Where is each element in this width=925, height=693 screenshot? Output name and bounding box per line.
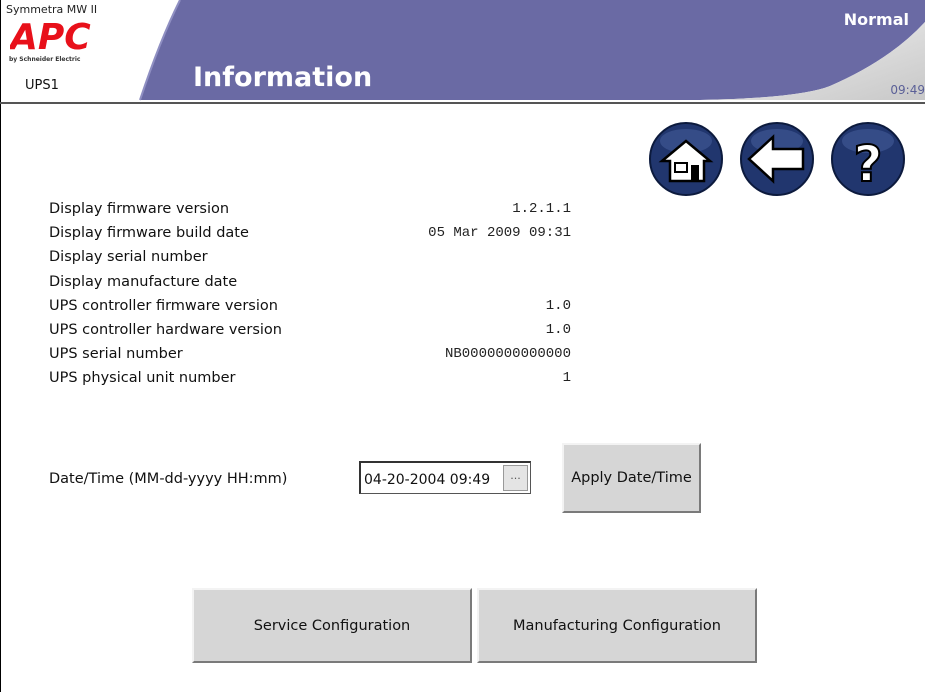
header-bar: Symmetra MW II APC by Schneider Electric… xyxy=(0,0,925,106)
info-label: UPS serial number xyxy=(49,346,183,363)
datetime-field[interactable]: 04-20-2004 09:49 ... xyxy=(359,461,531,494)
product-series: Symmetra MW II xyxy=(6,3,98,16)
page-title: Information xyxy=(193,62,373,93)
info-label: Display firmware build date xyxy=(49,225,249,242)
datetime-picker-button[interactable]: ... xyxy=(503,465,528,491)
info-row: UPS physical unit number 1 xyxy=(49,367,589,391)
clock-readout: 09:49 xyxy=(890,83,925,97)
apc-logo: APC xyxy=(10,20,91,52)
info-row: UPS controller firmware version 1.0 xyxy=(49,295,589,319)
info-value: 1.2.1.1 xyxy=(512,201,571,217)
home-icon-door xyxy=(691,165,699,181)
info-label: UPS controller firmware version xyxy=(49,297,278,314)
info-value: NB0000000000000 xyxy=(444,346,571,363)
info-list: Display firmware version 1.2.1.1 Display… xyxy=(49,198,589,392)
home-icon-window xyxy=(674,162,688,173)
help-button[interactable]: ? xyxy=(830,121,906,197)
info-label: Display manufacture date xyxy=(49,273,238,290)
header-background xyxy=(0,0,925,104)
ups-name: UPS1 xyxy=(25,78,59,93)
info-value: 1.0 xyxy=(545,321,571,338)
logo-area: Symmetra MW II APC by Schneider Electric… xyxy=(6,3,116,103)
info-value: 1 xyxy=(562,370,571,387)
service-configuration-button[interactable]: Service Configuration xyxy=(192,588,472,663)
info-label: UPS physical unit number xyxy=(49,370,236,387)
info-row: UPS controller hardware version 1.0 xyxy=(49,319,589,343)
datetime-label: Date/Time (MM-dd-yyyy HH:mm) xyxy=(49,471,288,487)
info-row: Display serial number xyxy=(49,246,589,270)
home-button[interactable] xyxy=(648,121,724,197)
info-label: UPS controller hardware version xyxy=(49,321,282,338)
brand-tagline: by Schneider Electric xyxy=(9,56,81,63)
datetime-value: 04-20-2004 09:49 xyxy=(364,472,491,488)
info-row: Display manufacture date xyxy=(49,271,589,295)
help-icon-glyph: ? xyxy=(853,135,882,193)
apc-logo-text: APC xyxy=(10,20,91,52)
info-value: 05 Mar 2009 09:31 xyxy=(428,225,571,242)
info-row: Display firmware build date 05 Mar 2009 … xyxy=(49,222,589,246)
apply-datetime-button[interactable]: Apply Date/Time xyxy=(562,443,701,513)
info-row: Display firmware version 1.2.1.1 xyxy=(49,198,589,222)
info-value: 1.0 xyxy=(545,297,571,314)
info-row: UPS serial number NB0000000000000 xyxy=(49,343,589,367)
back-button[interactable] xyxy=(739,121,815,197)
info-label: Display firmware version xyxy=(49,201,230,217)
info-label: Display serial number xyxy=(49,249,208,266)
status-label: Normal xyxy=(843,10,909,29)
manufacturing-configuration-button[interactable]: Manufacturing Configuration xyxy=(477,588,757,663)
